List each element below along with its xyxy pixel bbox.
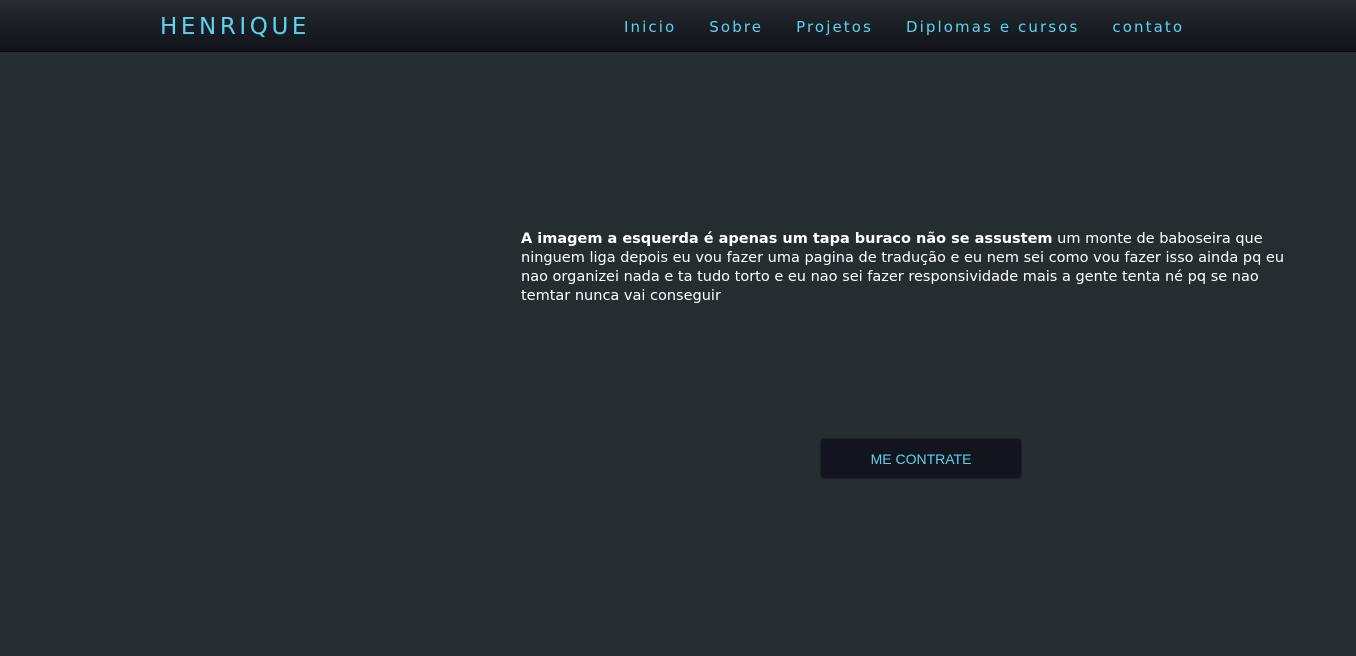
hero-bold-text: A imagem a esquerda é apenas um tapa bur… (521, 231, 1053, 247)
nav-link-projetos[interactable]: Projetos (796, 17, 873, 37)
hire-me-button[interactable]: ME CONTRATE (820, 438, 1022, 479)
nav-item-diplomas: Diplomas e cursos (906, 17, 1079, 37)
nav-item-inicio: Inicio (624, 17, 676, 37)
nav-link-sobre[interactable]: Sobre (709, 17, 763, 37)
hero-description: A imagem a esquerda é apenas um tapa bur… (521, 230, 1311, 306)
nav-link-inicio[interactable]: Inicio (624, 17, 676, 37)
nav-link-contato[interactable]: contato (1112, 17, 1184, 37)
navbar: HENRIQUE Inicio Sobre Projetos Diplomas … (0, 0, 1356, 52)
nav-item-sobre: Sobre (709, 17, 763, 37)
nav-link-diplomas-e-cursos[interactable]: Diplomas e cursos (906, 17, 1079, 37)
brand-logo[interactable]: HENRIQUE (160, 13, 310, 41)
nav-item-contato: contato (1112, 17, 1184, 37)
nav-menu: Inicio Sobre Projetos Diplomas e cursos … (624, 17, 1184, 37)
nav-item-projetos: Projetos (796, 17, 873, 37)
